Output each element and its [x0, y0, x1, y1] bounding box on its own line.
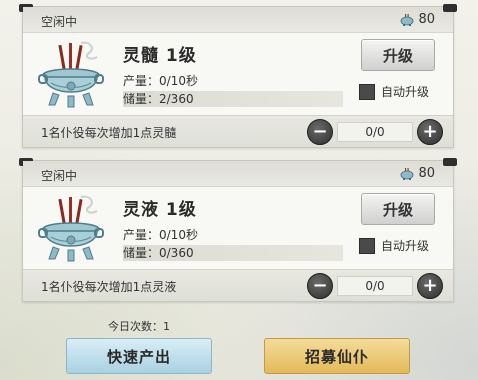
- resource-counter: 80: [400, 166, 435, 181]
- censer-icon: [38, 195, 104, 262]
- production-panel-lingsui: 空闲中 80 灵髓 1级 产量：0/10秒 储量：2/360 升级 自动升级 1…: [19, 4, 457, 148]
- auto-upgrade-label: 自动升级: [381, 85, 430, 99]
- panel-body: 灵液 1级 产量：0/10秒 储量：0/360 升级 自动升级: [23, 187, 453, 269]
- auto-upgrade-toggle[interactable]: 自动升级: [359, 237, 429, 254]
- status-label: 空闲中: [41, 15, 78, 29]
- plus-icon[interactable]: +: [417, 273, 443, 299]
- servant-row: 1名仆役每次增加1点灵液 − 0/0 +: [23, 269, 453, 301]
- daily-count: 今日次数：1: [108, 320, 170, 333]
- censer-icon: [38, 41, 104, 108]
- servant-stepper: − 0/0 +: [307, 273, 443, 299]
- production-panel-lingye: 空闲中 80 灵液 1级 产量：0/10秒 储量：0/360 升级 自动升级 1…: [19, 158, 457, 302]
- upgrade-button[interactable]: 升级: [361, 193, 435, 225]
- servant-row: 1名仆役每次增加1点灵髓 − 0/0 +: [23, 115, 453, 147]
- quick-produce-button[interactable]: 快速产出: [66, 338, 212, 374]
- production-rate: 产量：0/10秒: [123, 74, 198, 88]
- building-title: 灵髓 1级: [123, 46, 197, 66]
- servant-description: 1名仆役每次增加1点灵髓: [41, 126, 177, 140]
- plus-icon[interactable]: +: [417, 119, 443, 145]
- panel-body: 灵髓 1级 产量：0/10秒 储量：2/360 升级 自动升级: [23, 33, 453, 115]
- servant-count: 0/0: [337, 122, 413, 142]
- servant-count: 0/0: [337, 276, 413, 296]
- auto-upgrade-checkbox[interactable]: [359, 83, 375, 100]
- storage-amount: 储量：0/360: [123, 245, 343, 261]
- servant-description: 1名仆役每次增加1点灵液: [41, 280, 177, 294]
- minus-icon[interactable]: −: [307, 273, 333, 299]
- resource-amount: 80: [418, 166, 435, 181]
- auto-upgrade-checkbox[interactable]: [359, 237, 375, 254]
- storage-amount: 储量：2/360: [123, 91, 343, 107]
- resource-counter: 80: [400, 12, 435, 27]
- building-title: 灵液 1级: [123, 200, 197, 220]
- resource-amount: 80: [418, 12, 435, 27]
- status-label: 空闲中: [41, 169, 78, 183]
- censer-icon: [401, 167, 414, 180]
- production-rate: 产量：0/10秒: [123, 228, 198, 242]
- censer-icon: [401, 13, 414, 26]
- auto-upgrade-toggle[interactable]: 自动升级: [359, 83, 429, 100]
- recruit-servant-button[interactable]: 招募仙仆: [264, 338, 410, 374]
- servant-stepper: − 0/0 +: [307, 119, 443, 145]
- auto-upgrade-label: 自动升级: [381, 239, 430, 253]
- upgrade-button[interactable]: 升级: [361, 39, 435, 71]
- panel-header: 空闲中 80: [23, 7, 453, 33]
- minus-icon[interactable]: −: [307, 119, 333, 145]
- panel-header: 空闲中 80: [23, 161, 453, 187]
